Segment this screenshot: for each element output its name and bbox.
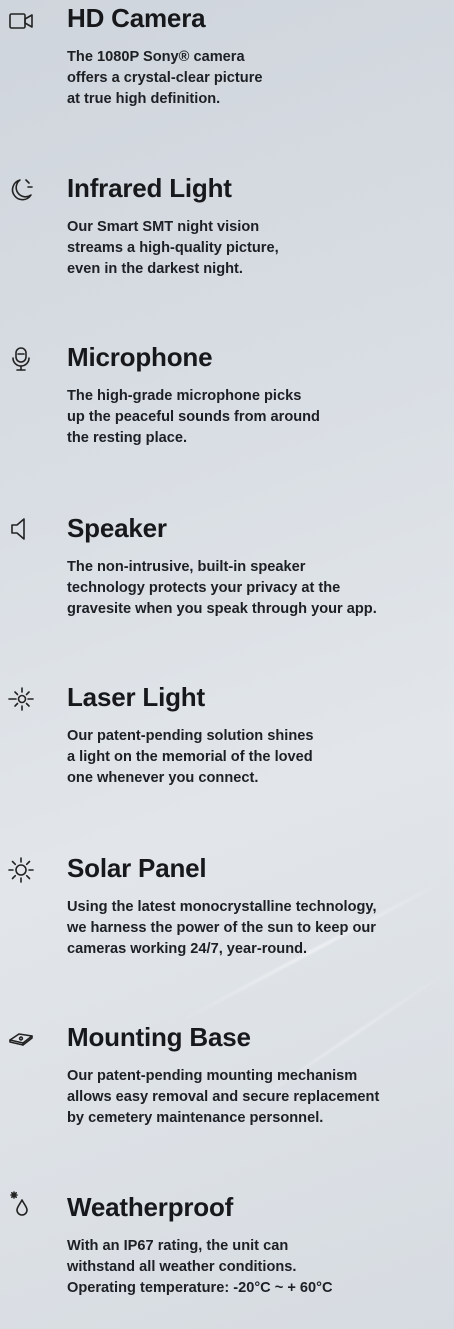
sun-icon (4, 853, 38, 887)
feature-title: Solar Panel (67, 853, 207, 883)
feature-description: Our Smart SMT night vision streams a hig… (67, 217, 453, 280)
feature-title: Infrared Light (67, 173, 232, 203)
feature-title: Weatherproof (67, 1192, 234, 1222)
video-camera-icon (4, 4, 38, 38)
description-line: a light on the memorial of the loved (67, 749, 313, 765)
description-line: up the peaceful sounds from around (67, 409, 320, 425)
feature-description: The high-grade microphone picks up the p… (67, 386, 453, 449)
feature-description: Our patent-pending solution shines a lig… (67, 726, 453, 789)
description-line: Operating temperature: -20°C ~ + 60°C (67, 1280, 333, 1296)
moon-icon (4, 173, 38, 207)
feature-description: Using the latest monocrystalline technol… (67, 897, 453, 960)
description-line: The high-grade microphone picks (67, 388, 302, 404)
description-line: by cemetery maintenance personnel. (67, 1110, 324, 1126)
description-line: technology protects your privacy at the (67, 580, 341, 596)
description-line: The non-intrusive, built-in speaker (67, 559, 306, 575)
description-line: streams a high-quality picture, (67, 240, 279, 256)
description-line: offers a crystal-clear picture (67, 70, 263, 86)
laser-light-icon (4, 682, 38, 716)
description-line: With an IP67 rating, the unit can (67, 1238, 289, 1254)
feature-description: Our patent-pending mounting mechanism al… (67, 1066, 453, 1129)
feature-title: Speaker (67, 513, 167, 543)
microphone-icon (4, 342, 38, 376)
description-line: at true high definition. (67, 91, 221, 107)
description-line: Using the latest monocrystalline technol… (67, 899, 377, 915)
feature-description: With an IP67 rating, the unit can withst… (67, 1236, 453, 1299)
feature-title: HD Camera (67, 3, 206, 33)
feature-description: The non-intrusive, built-in speaker tech… (67, 557, 453, 620)
feature-description: The 1080P Sony® camera offers a crystal-… (67, 47, 453, 110)
description-line: even in the darkest night. (67, 261, 243, 277)
speaker-icon (4, 512, 38, 546)
feature-title: Microphone (67, 342, 213, 372)
description-line: we harness the power of the sun to keep … (67, 920, 376, 936)
description-line: Our patent-pending mounting mechanism (67, 1068, 358, 1084)
feature-title: Mounting Base (67, 1022, 251, 1052)
description-line: allows easy removal and secure replaceme… (67, 1089, 380, 1105)
description-line: one whenever you connect. (67, 770, 259, 786)
description-line: withstand all weather conditions. (67, 1259, 297, 1275)
mounting-base-icon (4, 1022, 38, 1056)
description-line: Our patent-pending solution shines (67, 728, 314, 744)
weather-drop-icon (4, 1186, 38, 1220)
description-line: The 1080P Sony® camera (67, 49, 245, 65)
feature-title: Laser Light (67, 682, 205, 712)
description-line: gravesite when you speak through your ap… (67, 601, 377, 617)
description-line: the resting place. (67, 430, 188, 446)
description-line: cameras working 24/7, year-round. (67, 941, 308, 957)
description-line: Our Smart SMT night vision (67, 219, 260, 235)
